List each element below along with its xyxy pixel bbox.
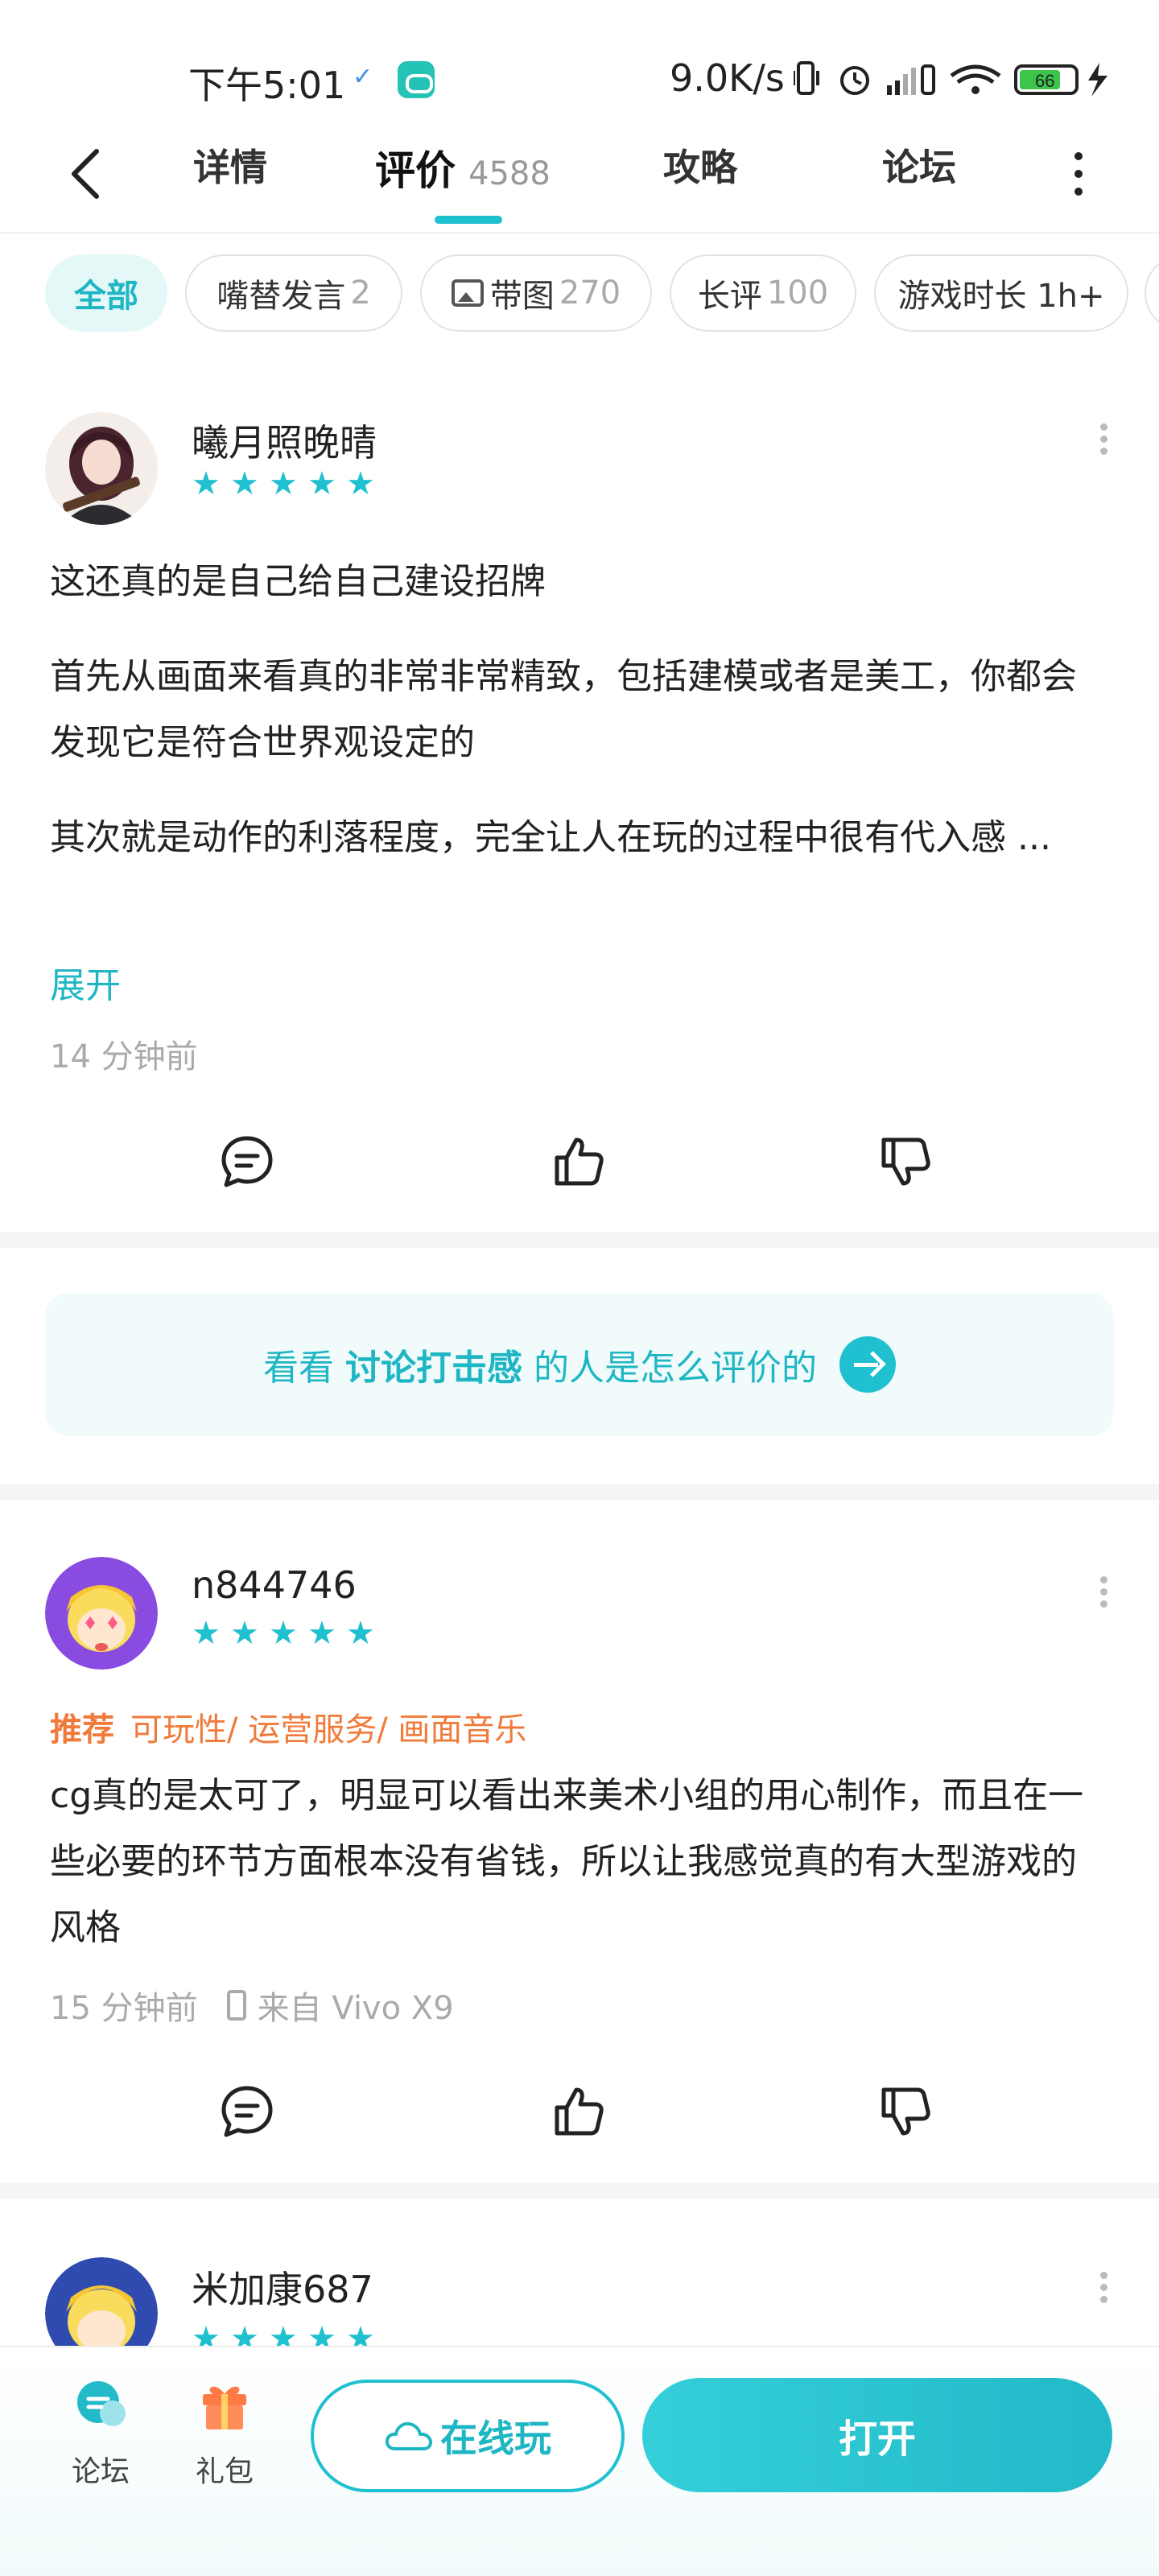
review-actions <box>0 1133 1159 1198</box>
bottom-gift-button[interactable]: 礼包 <box>180 2376 269 2490</box>
forum-icon <box>77 2381 126 2426</box>
filter-chip-all[interactable]: 全部 <box>45 254 167 332</box>
filter-chip-label: 全部 <box>74 278 138 315</box>
star-icon: ★ <box>307 1615 336 1652</box>
review-more-icon[interactable] <box>1091 1571 1116 1620</box>
check-icon: ✓ <box>353 63 373 91</box>
filter-chip-overflow[interactable] <box>1145 254 1159 332</box>
star-icon: ★ <box>269 465 298 502</box>
gift-icon <box>203 2386 246 2429</box>
review-paragraph: cg真的是太可了，明显可以看出来美术小组的用心制作，而且在一些必要的环节方面根本… <box>50 1775 1084 1948</box>
filter-chip-label: 带图 <box>489 278 555 315</box>
section-divider <box>0 1484 1159 1501</box>
filter-chip-label: 长评 <box>697 278 762 315</box>
thumbs-up-icon[interactable] <box>551 1133 607 1190</box>
filter-chip-count: 2 <box>350 275 371 312</box>
review-meta: 15 分钟前 来自 Vivo X9 <box>50 1982 454 2029</box>
bottom-forum-label: 论坛 <box>71 2455 130 2488</box>
review-time: 15 分钟前 <box>50 1990 198 2027</box>
username[interactable]: 米加康687 <box>192 2260 373 2314</box>
open-game-label: 打开 <box>838 2417 916 2462</box>
filter-chip-with-image[interactable]: 带图 270 <box>420 254 652 332</box>
bottom-forum-button[interactable]: 论坛 <box>56 2376 145 2490</box>
expand-link[interactable]: 展开 <box>50 956 121 1008</box>
filter-chip-playtime[interactable]: 游戏时长 1h+ <box>874 254 1128 332</box>
review-card: 曦月照晚晴 ★ ★ ★ ★ ★ 这还真的是自己给自己建设招牌 首先从画面来看真的… <box>0 402 1159 1208</box>
review-card: 米加康687 ★ ★ ★ ★ ★ <box>0 2246 1159 2351</box>
bottom-gift-label: 礼包 <box>195 2455 254 2488</box>
filter-chip-count: 270 <box>559 275 621 312</box>
review-meta: 14 分钟前 <box>50 1030 198 1077</box>
review-card: n844746 ★ ★ ★ ★ ★ 推荐 可玩性/ 运营服务/ 画面音乐 cg真的… <box>0 1546 1159 2190</box>
review-more-icon[interactable] <box>1091 419 1116 467</box>
star-icon: ★ <box>269 1615 298 1652</box>
tab-details[interactable]: 详情 <box>193 138 267 192</box>
tab-forum[interactable]: 论坛 <box>882 138 956 192</box>
filter-chip-long[interactable]: 长评 100 <box>670 254 856 332</box>
review-paragraph: 其次就是动作的利落程度，完全让人在玩的过程中很有代入感 ... <box>50 817 1051 858</box>
comment-icon[interactable] <box>219 2083 275 2140</box>
section-divider <box>0 2183 1159 2199</box>
star-rating: ★ ★ ★ ★ ★ <box>192 465 377 502</box>
review-tag-list: 可玩性/ 运营服务/ 画面音乐 <box>130 1711 527 1748</box>
filter-chips: 全部 嘴替发言 2 带图 270 长评 100 游戏时长 1h+ <box>0 254 1159 335</box>
cloud-icon <box>385 2421 432 2450</box>
username[interactable]: n844746 <box>192 1563 357 1607</box>
thumbs-down-icon[interactable] <box>877 1133 934 1190</box>
review-paragraph: 首先从画面来看真的非常非常精致，包括建模或者是美工，你都会发现它是符合世界观设定… <box>50 656 1077 763</box>
star-icon: ★ <box>346 465 375 502</box>
filter-chip-count: 100 <box>766 275 829 312</box>
play-online-button[interactable]: 在线玩 <box>311 2380 625 2492</box>
status-time: 下午5:01 <box>188 64 346 107</box>
network-speed: 9.0K/s <box>670 56 785 100</box>
thumbs-down-icon[interactable] <box>877 2083 934 2140</box>
section-divider <box>0 1232 1159 1248</box>
banner-suffix: 的人是怎么评价的 <box>534 1348 817 1389</box>
tab-guides[interactable]: 攻略 <box>663 138 737 192</box>
recommend-badge: 推荐 <box>50 1711 114 1748</box>
bike-app-icon <box>398 61 435 98</box>
status-icons: 66 <box>794 61 1107 97</box>
review-actions <box>0 2083 1159 2148</box>
open-game-button[interactable]: 打开 <box>642 2378 1112 2492</box>
battery-level: 66 <box>1035 71 1054 91</box>
star-icon: ★ <box>192 1615 221 1652</box>
banner-prefix: 看看 <box>263 1348 334 1389</box>
filter-chip-quotes[interactable]: 嘴替发言 2 <box>185 254 402 332</box>
star-icon: ★ <box>346 1615 375 1652</box>
star-icon: ★ <box>192 465 221 502</box>
phone-icon <box>226 1990 246 2021</box>
active-tab-indicator <box>435 216 502 224</box>
discussion-banner[interactable]: 看看 讨论打击感 的人是怎么评价的 <box>45 1293 1114 1436</box>
filter-chip-label: 嘴替发言 <box>217 278 346 315</box>
star-rating: ★ ★ ★ ★ ★ <box>192 1615 377 1652</box>
bottom-action-bar: 论坛 礼包 在线玩 打开 <box>0 2346 1159 2576</box>
username[interactable]: 曦月照晚晴 <box>192 414 377 467</box>
more-vertical-icon[interactable] <box>1062 145 1095 201</box>
play-online-label: 在线玩 <box>440 2417 551 2460</box>
avatar[interactable] <box>45 2257 158 2351</box>
review-count: 4588 <box>468 155 551 192</box>
back-arrow-icon[interactable] <box>61 142 109 206</box>
thumbs-up-icon[interactable] <box>551 2083 607 2140</box>
top-nav: 详情 评价 4588 攻略 论坛 <box>0 121 1159 233</box>
image-icon <box>451 279 484 307</box>
avatar[interactable] <box>45 412 158 525</box>
star-icon: ★ <box>230 1615 259 1652</box>
arrow-right-icon <box>839 1336 896 1393</box>
review-tags: 推荐 可玩性/ 运营服务/ 画面音乐 <box>50 1703 526 1750</box>
avatar[interactable] <box>45 1557 158 1670</box>
review-time: 14 分钟前 <box>50 1038 198 1075</box>
tab-reviews[interactable]: 评价 4588 <box>375 138 551 196</box>
filter-chip-label: 游戏时长 1h+ <box>897 278 1105 315</box>
banner-keyword: 讨论打击感 <box>345 1348 522 1389</box>
star-icon: ★ <box>230 465 259 502</box>
comment-icon[interactable] <box>219 1133 275 1190</box>
review-device: 来自 Vivo X9 <box>257 1990 454 2027</box>
review-more-icon[interactable] <box>1091 2267 1116 2315</box>
tab-reviews-label: 评价 <box>375 147 456 194</box>
review-paragraph: 这还真的是自己给自己建设招牌 <box>50 561 546 602</box>
star-icon: ★ <box>307 465 336 502</box>
